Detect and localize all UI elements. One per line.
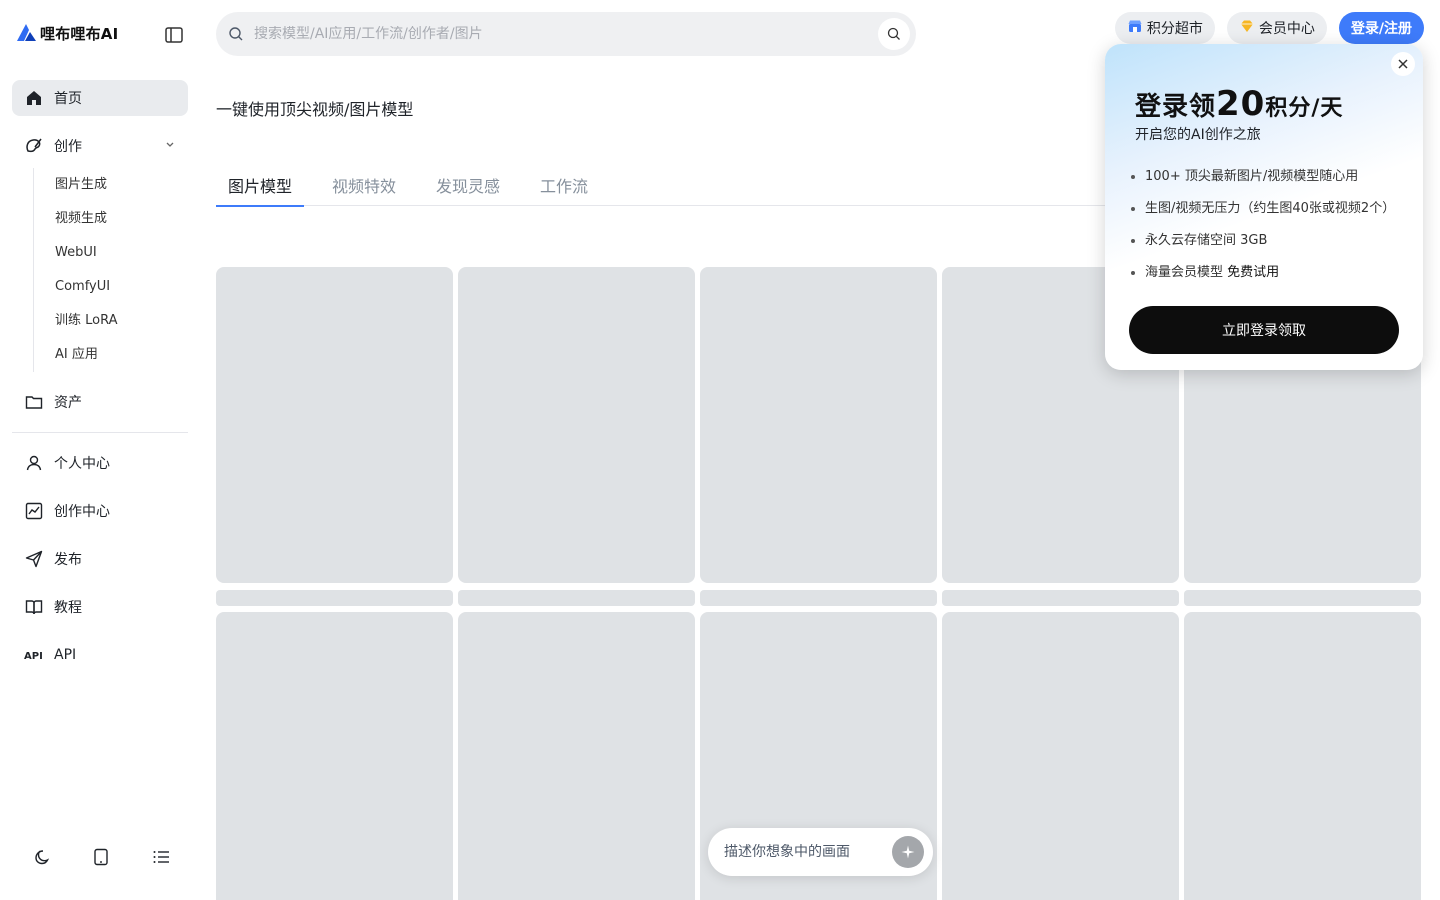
generate-button[interactable] bbox=[892, 836, 924, 868]
promo-title-number: 20 bbox=[1216, 84, 1266, 124]
sidebar-item-assets[interactable]: 资产 bbox=[12, 384, 188, 420]
folder-icon bbox=[24, 392, 44, 412]
promo-title-prefix: 登录领 bbox=[1135, 92, 1217, 122]
promo-subtitle: 开启您的AI创作之旅 bbox=[1135, 127, 1261, 143]
skeleton-card bbox=[216, 267, 453, 583]
sidebar-item-video-gen[interactable]: 视频生成 bbox=[55, 202, 188, 236]
logo[interactable]: 哩布哩布AI bbox=[16, 22, 118, 44]
benefit-item: 海量会员模型 免费试用 bbox=[1130, 260, 1395, 292]
sidebar-item-ai-apps[interactable]: AI 应用 bbox=[55, 338, 188, 372]
sidebar-item-profile[interactable]: 个人中心 bbox=[12, 445, 188, 481]
diamond-icon bbox=[1239, 18, 1255, 38]
home-icon bbox=[24, 88, 44, 108]
sidebar-item-comfyui[interactable]: ComfyUI bbox=[55, 270, 188, 304]
logo-icon bbox=[16, 22, 38, 44]
benefit-highlight: 免费试用 bbox=[1227, 265, 1280, 280]
login-button[interactable]: 登录/注册 bbox=[1338, 12, 1424, 44]
skeleton-card bbox=[1184, 612, 1421, 900]
search-icon bbox=[228, 26, 244, 42]
close-icon bbox=[1398, 59, 1408, 69]
app-name: 哩布哩布AI bbox=[40, 24, 119, 43]
chart-icon bbox=[24, 501, 44, 521]
create-submenu: 图片生成 视频生成 WebUI ComfyUI 训练 LoRA AI 应用 bbox=[33, 168, 188, 372]
close-button[interactable] bbox=[1391, 52, 1415, 76]
sidebar-item-label: 创作 bbox=[54, 139, 82, 155]
benefit-item: 生图/视频无压力（约生图40张或视频2个） bbox=[1130, 196, 1396, 228]
tablet-icon[interactable] bbox=[90, 846, 112, 868]
sidebar-item-label: 资产 bbox=[54, 395, 82, 411]
sidebar-item-label: 个人中心 bbox=[54, 456, 110, 472]
chevron-down-icon[interactable] bbox=[164, 138, 176, 150]
vip-center-label: 会员中心 bbox=[1258, 21, 1315, 37]
promo-title: 登录领20积分/天 bbox=[1135, 84, 1343, 124]
sidebar-item-train-lora[interactable]: 训练 LoRA bbox=[55, 304, 188, 338]
skeleton-card bbox=[216, 612, 453, 900]
sidebar-item-publish[interactable]: 发布 bbox=[12, 541, 188, 577]
promo-title-suffix: 积分/天 bbox=[1265, 96, 1344, 121]
svg-text:API: API bbox=[24, 651, 43, 662]
tab-workflow[interactable]: 工作流 bbox=[528, 168, 600, 206]
benefit-item: 永久云存储空间 3GB bbox=[1130, 228, 1395, 260]
benefit-text: 生图/视频无压力（约生图40张或视频2个） bbox=[1145, 201, 1396, 216]
login-claim-button[interactable]: 立即登录领取 bbox=[1129, 306, 1399, 354]
sidebar-item-label: 首页 bbox=[54, 91, 82, 107]
sidebar-item-label: 发布 bbox=[54, 552, 82, 568]
moon-icon[interactable] bbox=[30, 846, 52, 868]
prompt-input[interactable] bbox=[724, 844, 884, 860]
skeleton-card bbox=[700, 267, 937, 583]
sidebar-item-webui[interactable]: WebUI bbox=[55, 236, 188, 270]
benefit-text: 海量会员模型 bbox=[1145, 265, 1228, 280]
search-input[interactable] bbox=[254, 26, 854, 42]
tab-inspiration[interactable]: 发现灵感 bbox=[424, 168, 512, 206]
sparkle-icon bbox=[901, 845, 915, 859]
points-mall-button[interactable]: 积分超市 bbox=[1114, 12, 1215, 44]
skeleton-bar bbox=[216, 590, 453, 606]
sidebar-item-tutorial[interactable]: 教程 bbox=[12, 589, 188, 625]
sidebar-item-home[interactable]: 首页 bbox=[12, 80, 188, 116]
sidebar-item-create[interactable]: 创作 bbox=[12, 128, 188, 164]
search-submit-button[interactable] bbox=[878, 18, 910, 50]
tab-video-effects[interactable]: 视频特效 bbox=[320, 168, 408, 206]
benefit-text: 100+ 顶尖最新图片/视频模型随心用 bbox=[1145, 169, 1359, 184]
search-icon bbox=[887, 27, 900, 40]
skeleton-card bbox=[942, 612, 1179, 900]
sidebar-footer bbox=[30, 846, 172, 868]
skeleton-bar bbox=[458, 590, 695, 606]
page-headline: 一键使用顶尖视频/图片模型 bbox=[216, 100, 414, 119]
benefit-list: 100+ 顶尖最新图片/视频模型随心用 生图/视频无压力（约生图40张或视频2个… bbox=[1130, 164, 1396, 292]
benefit-item: 100+ 顶尖最新图片/视频模型随心用 bbox=[1130, 164, 1395, 196]
store-icon bbox=[1127, 18, 1143, 38]
send-icon bbox=[24, 549, 44, 569]
points-mall-label: 积分超市 bbox=[1146, 21, 1203, 37]
sidebar-item-label: 创作中心 bbox=[54, 504, 110, 520]
login-promo-popup: 登录领20积分/天 开启您的AI创作之旅 100+ 顶尖最新图片/视频模型随心用… bbox=[1105, 44, 1423, 370]
book-icon bbox=[24, 597, 44, 617]
app-root: 哩布哩布AI 首页 创作 图片生成 视频生成 WebUI ComfyUI 训练 … bbox=[0, 0, 1440, 900]
vip-center-button[interactable]: 会员中心 bbox=[1226, 12, 1327, 44]
list-icon[interactable] bbox=[150, 846, 172, 868]
sidebar-toggle-icon[interactable] bbox=[164, 26, 186, 46]
search-bar bbox=[216, 12, 916, 56]
sidebar-item-api[interactable]: API API bbox=[12, 637, 188, 673]
sidebar: 哩布哩布AI 首页 创作 图片生成 视频生成 WebUI ComfyUI 训练 … bbox=[0, 0, 200, 900]
api-icon: API bbox=[24, 645, 44, 665]
prompt-bar bbox=[708, 828, 933, 876]
header-actions: 积分超市 会员中心 登录/注册 bbox=[1114, 12, 1424, 44]
sidebar-item-creator-center[interactable]: 创作中心 bbox=[12, 493, 188, 529]
skeleton-bar bbox=[700, 590, 937, 606]
sidebar-item-image-gen[interactable]: 图片生成 bbox=[55, 168, 188, 202]
benefit-text: 永久云存储空间 3GB bbox=[1145, 233, 1268, 248]
sidebar-nav: 首页 创作 图片生成 视频生成 WebUI ComfyUI 训练 LoRA AI… bbox=[12, 80, 188, 685]
sidebar-item-label: 教程 bbox=[54, 600, 82, 616]
user-icon bbox=[24, 453, 44, 473]
skeleton-bar bbox=[942, 590, 1179, 606]
create-icon bbox=[24, 136, 44, 156]
tab-image-models[interactable]: 图片模型 bbox=[216, 168, 305, 207]
skeleton-card bbox=[458, 267, 695, 583]
sidebar-divider bbox=[12, 432, 188, 433]
skeleton-bar bbox=[1184, 590, 1421, 606]
skeleton-card bbox=[458, 612, 695, 900]
sidebar-item-label: API bbox=[54, 647, 77, 663]
